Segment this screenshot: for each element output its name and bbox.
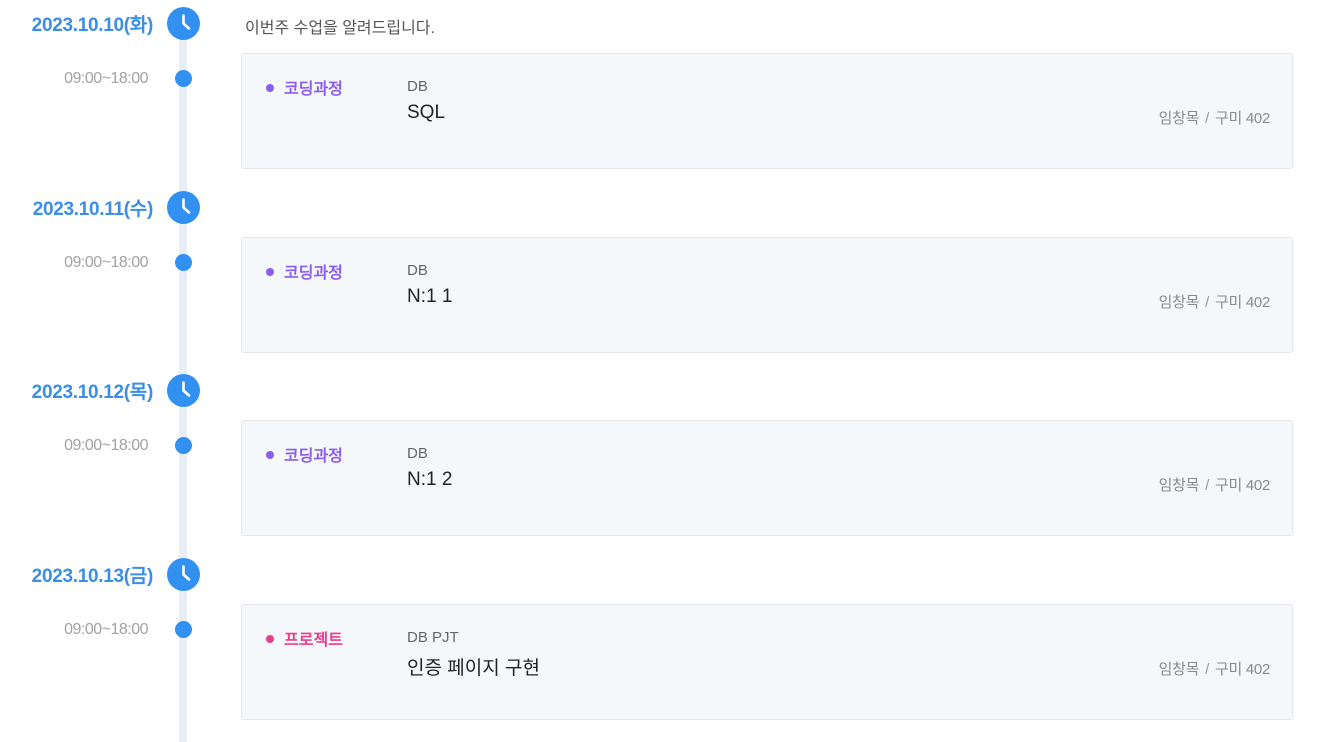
- class-time: 09:00~18:00: [64, 254, 148, 271]
- class-time: 09:00~18:00: [64, 437, 148, 454]
- class-meta: 임창목 / 구미 402: [1158, 658, 1271, 679]
- category-label: 코딩과정: [266, 75, 343, 99]
- category-text: 코딩과정: [284, 81, 343, 98]
- day-entry: 2023.10.13(금) 09:00~18:00 프로젝트 DB PJT 인증…: [0, 551, 1324, 735]
- timeline-dot: [175, 254, 192, 271]
- clock-icon: [167, 558, 200, 591]
- category-label: 프로젝트: [266, 626, 343, 650]
- timeline-dot: [175, 621, 192, 638]
- room-name: 구미 402: [1215, 477, 1270, 494]
- day-entry: 2023.10.10(화) 이번주 수업을 알려드립니다. 09:00~18:0…: [0, 0, 1324, 184]
- topic-title: N:1 1: [407, 286, 453, 307]
- category-text: 코딩과정: [284, 448, 343, 465]
- category-bullet: [266, 635, 274, 643]
- timeline-dot: [175, 437, 192, 454]
- class-time: 09:00~18:00: [64, 70, 148, 87]
- category-text: 코딩과정: [284, 265, 343, 282]
- day-date: 2023.10.11(수): [32, 199, 154, 220]
- day-date: 2023.10.13(금): [31, 566, 154, 587]
- category-label: 코딩과정: [266, 442, 343, 466]
- category-bullet: [266, 268, 274, 276]
- clock-icon: [167, 374, 200, 407]
- timeline-dot: [175, 70, 192, 87]
- category-text: 프로젝트: [284, 632, 343, 649]
- subject-label: DB PJT: [407, 629, 459, 646]
- class-card[interactable]: 프로젝트 DB PJT 인증 페이지 구현 임창목 / 구미 402: [241, 604, 1293, 720]
- instructor-name: 임창목: [1158, 661, 1200, 678]
- day-date: 2023.10.12(목): [31, 382, 154, 403]
- day-entry: 2023.10.12(목) 09:00~18:00 코딩과정 DB N:1 2 …: [0, 367, 1324, 551]
- class-meta: 임창목 / 구미 402: [1158, 474, 1271, 495]
- meta-separator: /: [1205, 661, 1209, 678]
- class-meta: 임창목 / 구미 402: [1158, 291, 1271, 312]
- subject-label: DB: [407, 262, 428, 279]
- day-entry: 2023.10.11(수) 09:00~18:00 코딩과정 DB N:1 1 …: [0, 184, 1324, 368]
- class-card[interactable]: 코딩과정 DB N:1 1 임창목 / 구미 402: [241, 237, 1293, 353]
- category-label: 코딩과정: [266, 259, 343, 283]
- class-meta: 임창목 / 구미 402: [1158, 107, 1271, 128]
- subject-label: DB: [407, 78, 428, 95]
- room-name: 구미 402: [1215, 110, 1270, 127]
- category-bullet: [266, 84, 274, 92]
- category-bullet: [266, 451, 274, 459]
- instructor-name: 임창목: [1158, 294, 1200, 311]
- meta-separator: /: [1205, 110, 1209, 127]
- class-time: 09:00~18:00: [64, 621, 148, 638]
- instructor-name: 임창목: [1158, 477, 1200, 494]
- day-date: 2023.10.10(화): [31, 15, 154, 36]
- subject-label: DB: [407, 445, 428, 462]
- instructor-name: 임창목: [1158, 110, 1200, 127]
- class-card[interactable]: 코딩과정 DB SQL 임창목 / 구미 402: [241, 53, 1293, 169]
- topic-title: N:1 2: [407, 469, 453, 490]
- clock-icon: [167, 191, 200, 224]
- class-card[interactable]: 코딩과정 DB N:1 2 임창목 / 구미 402: [241, 420, 1293, 536]
- topic-title: 인증 페이지 구현: [407, 658, 540, 679]
- room-name: 구미 402: [1215, 661, 1270, 678]
- meta-separator: /: [1205, 294, 1209, 311]
- room-name: 구미 402: [1215, 294, 1270, 311]
- meta-separator: /: [1205, 477, 1209, 494]
- intro-text: 이번주 수업을 알려드립니다.: [245, 20, 435, 37]
- topic-title: SQL: [407, 102, 446, 123]
- clock-icon: [167, 7, 200, 40]
